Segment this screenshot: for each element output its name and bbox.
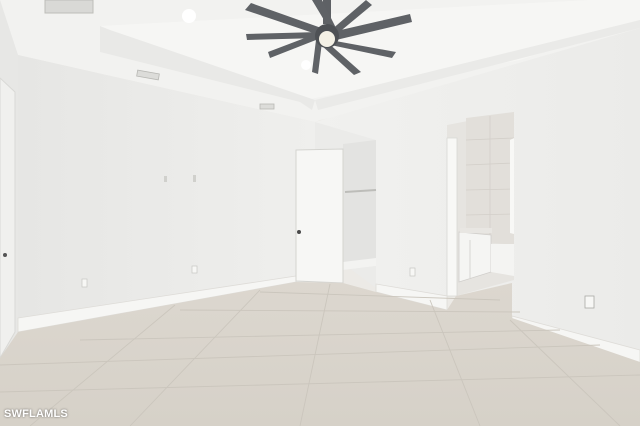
outlet-icon — [584, 295, 595, 309]
bathtub — [491, 244, 514, 276]
door-knob-icon — [297, 230, 301, 234]
outlet-icon — [81, 278, 88, 288]
light-switch-icon — [164, 176, 167, 182]
outlet-icon — [191, 265, 198, 274]
ceiling-vent-icon — [44, 0, 94, 14]
room-illustration — [0, 0, 640, 426]
room-photo: SWFLAMLS — [0, 0, 640, 426]
door-handle-icon — [3, 253, 7, 257]
light-switch-icon — [193, 175, 196, 182]
closet-opening — [343, 140, 376, 270]
recessed-light-icon — [182, 9, 196, 23]
closet-door[interactable] — [295, 148, 344, 284]
outlet-icon — [409, 267, 416, 277]
wall-vent-icon — [259, 103, 275, 110]
left-edge-door — [0, 77, 16, 360]
recessed-light-icon — [301, 60, 311, 70]
watermark: SWFLAMLS — [4, 408, 68, 420]
